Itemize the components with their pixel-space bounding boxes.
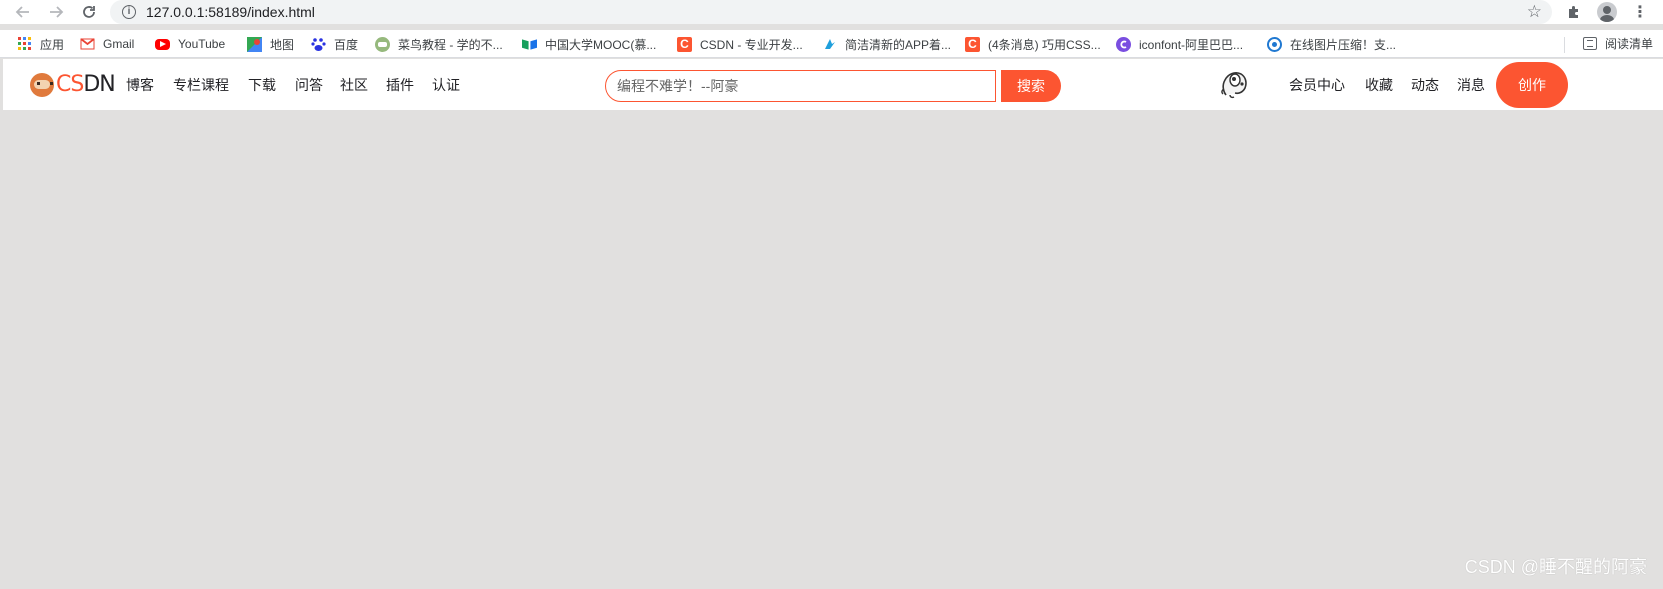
- bookmark-label: (4条消息) 巧用CSS...: [988, 37, 1101, 52]
- logo-text-dn: DN: [83, 72, 115, 97]
- csdn-icon: C: [965, 36, 980, 52]
- url-text: 127.0.0.1:58189/index.html: [146, 4, 315, 20]
- address-bar[interactable]: i 127.0.0.1:58189/index.html ☆: [110, 0, 1552, 24]
- app-icon: [822, 37, 837, 52]
- bookmark-label: 在线图片压缩！支...: [1290, 37, 1397, 52]
- forward-arrow-icon[interactable]: [45, 2, 67, 22]
- bookmark-baidu[interactable]: 百度: [311, 35, 358, 53]
- search-input[interactable]: [605, 70, 996, 102]
- nav-messages[interactable]: 消息: [1457, 75, 1485, 95]
- bookmark-youtube[interactable]: YouTube: [155, 35, 225, 53]
- bookmarks-bar: 应用 Gmail YouTube 地图 百度 菜鸟教程 - 学的不... 中国大…: [0, 30, 1663, 58]
- bookmark-maps[interactable]: 地图: [247, 35, 294, 53]
- mooc-icon: [522, 37, 537, 52]
- bookmark-label: 地图: [270, 37, 295, 52]
- bookmark-apps[interactable]: 应用: [17, 35, 64, 53]
- logo-text-cs: CS: [56, 72, 84, 97]
- nav-favorites[interactable]: 收藏: [1365, 75, 1393, 95]
- more-menu-icon[interactable]: ⋮: [1629, 2, 1651, 22]
- bookmark-label: YouTube: [178, 37, 226, 51]
- bookmark-runoob[interactable]: 菜鸟教程 - 学的不...: [375, 35, 503, 53]
- reading-list-button[interactable]: 阅读清单: [1582, 35, 1653, 52]
- create-button[interactable]: 创作: [1496, 62, 1568, 108]
- bookmark-gmail[interactable]: Gmail: [80, 35, 134, 53]
- nav-blog[interactable]: 博客: [126, 75, 154, 95]
- bookmark-star-icon[interactable]: ☆: [1527, 2, 1542, 22]
- nav-community[interactable]: 社区: [340, 75, 368, 95]
- nav-courses[interactable]: 专栏课程: [173, 75, 229, 95]
- browser-toolbar: i 127.0.0.1:58189/index.html ☆ ⋮: [0, 0, 1663, 24]
- csdn-mascot-icon: [30, 73, 54, 97]
- reload-icon[interactable]: [78, 2, 100, 22]
- watermark: CSDN @睡不醒的阿豪: [1464, 557, 1647, 577]
- nav-member-center[interactable]: 会员中心: [1289, 75, 1345, 95]
- gmail-icon: [80, 37, 95, 52]
- bookmark-label: Gmail: [103, 37, 135, 51]
- bookmark-label: 百度: [334, 37, 359, 52]
- nav-certification[interactable]: 认证: [432, 75, 460, 95]
- bookmark-label: 菜鸟教程 - 学的不...: [398, 37, 503, 52]
- youtube-icon: [155, 38, 170, 50]
- user-avatar[interactable]: [1218, 65, 1250, 99]
- bookmark-label: iconfont-阿里巴巴...: [1139, 37, 1244, 52]
- nav-qa[interactable]: 问答: [295, 75, 323, 95]
- bookmark-label: 中国大学MOOC(慕...: [545, 37, 657, 52]
- nav-activity[interactable]: 动态: [1411, 75, 1439, 95]
- compress-icon: [1267, 36, 1282, 52]
- bookmark-label: 简洁清新的APP着...: [845, 37, 952, 52]
- runoob-icon: [375, 36, 390, 52]
- bookmark-image-compress[interactable]: 在线图片压缩！支...: [1267, 35, 1396, 53]
- browser-window: i 127.0.0.1:58189/index.html ☆ ⋮ 应用 Gmai…: [0, 0, 1663, 589]
- profile-avatar-icon[interactable]: [1596, 2, 1618, 22]
- site-info-icon[interactable]: i: [122, 5, 136, 19]
- nav-plugins[interactable]: 插件: [386, 75, 414, 95]
- iconfont-icon: [1116, 36, 1131, 52]
- bookmark-label: 应用: [40, 37, 65, 52]
- reading-list-icon: [1582, 37, 1597, 50]
- logo-text: CSDN: [56, 72, 116, 97]
- csdn-icon: C: [677, 36, 692, 52]
- site-header: CSDN 博客 专栏课程 下载 问答 社区 插件 认证 搜索 会员中心 收藏 动…: [3, 59, 1663, 110]
- bookmark-iconfont[interactable]: iconfont-阿里巴巴...: [1116, 35, 1243, 53]
- bookmark-label: CSDN - 专业开发...: [700, 37, 803, 52]
- bookmark-csdn-message[interactable]: C (4条消息) 巧用CSS...: [965, 35, 1101, 53]
- bookmark-app-design[interactable]: 简洁清新的APP着...: [822, 35, 951, 53]
- baidu-icon: [311, 37, 326, 52]
- nav-download[interactable]: 下载: [248, 75, 276, 95]
- reading-list-label: 阅读清单: [1604, 37, 1653, 51]
- search-button[interactable]: 搜索: [1001, 70, 1061, 102]
- csdn-logo[interactable]: CSDN: [30, 72, 116, 97]
- maps-icon: [247, 36, 262, 52]
- apps-grid-icon: [17, 37, 32, 52]
- back-arrow-icon[interactable]: [12, 2, 34, 22]
- bookmarks-divider: [1564, 37, 1565, 53]
- bookmark-mooc[interactable]: 中国大学MOOC(慕...: [522, 35, 656, 53]
- extensions-puzzle-icon[interactable]: [1563, 2, 1585, 22]
- bookmark-csdn[interactable]: C CSDN - 专业开发...: [677, 35, 803, 53]
